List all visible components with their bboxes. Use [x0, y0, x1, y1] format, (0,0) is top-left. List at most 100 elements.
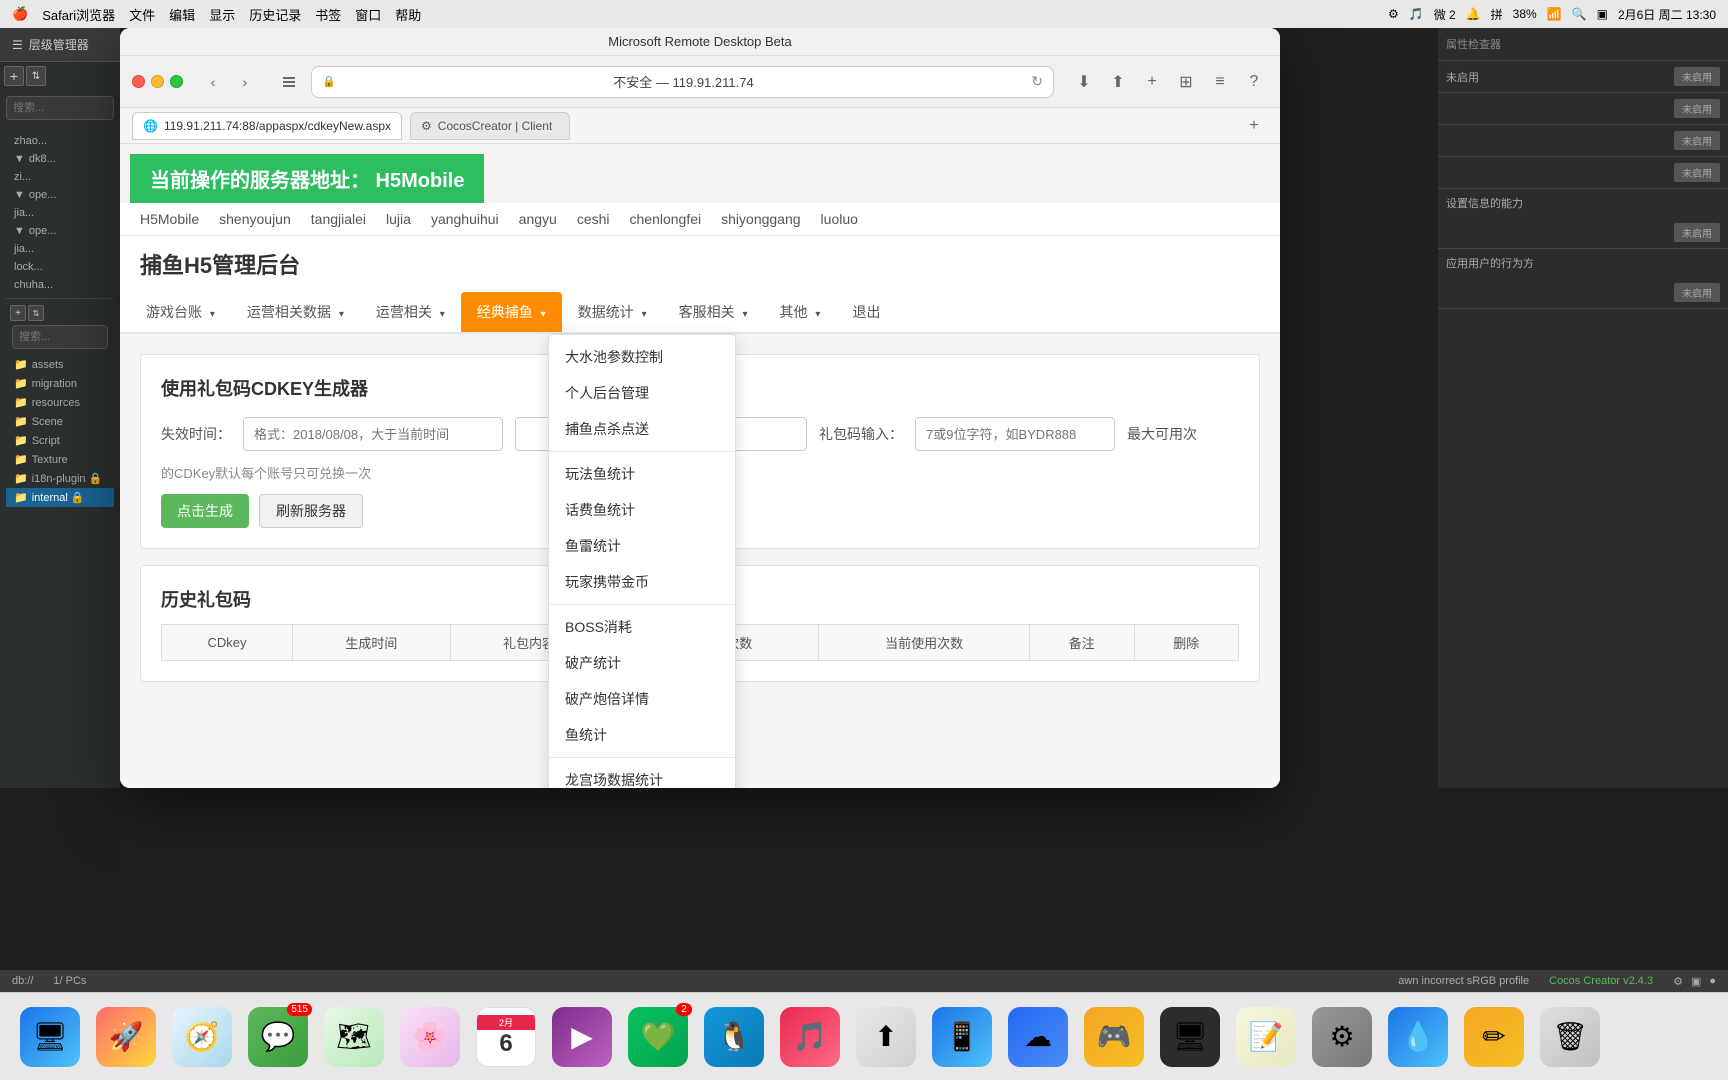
tree-item-internal[interactable]: 📁internal 🔒: [6, 488, 114, 507]
dropdown-item-pool-control[interactable]: 大水池参数控制: [549, 339, 735, 375]
dropdown-item-player-gold[interactable]: 玩家携带金币: [549, 564, 735, 600]
dock-appstore[interactable]: 📱: [932, 1007, 992, 1067]
apply-btn-5[interactable]: 未启用: [1674, 223, 1720, 242]
dropdown-item-bankrupt-detail[interactable]: 破产炮倍详情: [549, 681, 735, 717]
user-tangjialei[interactable]: tangjialei: [311, 211, 366, 227]
tree-item[interactable]: ▼ope...: [6, 186, 114, 204]
tree-item[interactable]: ▼ope...: [6, 222, 114, 240]
dock-notes[interactable]: 📝: [1236, 1007, 1296, 1067]
apply-btn-4[interactable]: 未启用: [1674, 163, 1720, 182]
help-menu[interactable]: 帮助: [395, 5, 421, 24]
dock-launchpad[interactable]: 🚀: [96, 1007, 156, 1067]
tree-item[interactable]: jia...: [6, 240, 114, 258]
download-button[interactable]: ⬇: [1070, 68, 1098, 96]
back-button[interactable]: ‹: [199, 68, 227, 96]
add-tab-button[interactable]: +: [1240, 112, 1268, 140]
user-yanghuihui[interactable]: yanghuihui: [431, 211, 499, 227]
dock-safari[interactable]: 🧭: [172, 1007, 232, 1067]
user-shiyonggang[interactable]: shiyonggang: [721, 211, 800, 227]
apple-menu[interactable]: 🍎: [12, 6, 28, 22]
sort-btn[interactable]: ⇅: [26, 66, 46, 86]
dock-baidu[interactable]: ☁: [1008, 1007, 1068, 1067]
close-button[interactable]: [132, 75, 145, 88]
dock-git[interactable]: ⬆: [856, 1007, 916, 1067]
user-angyu[interactable]: angyu: [519, 211, 557, 227]
status-icon-b[interactable]: ▣: [1691, 975, 1701, 988]
user-ceshi[interactable]: ceshi: [577, 211, 610, 227]
tree-item-migration[interactable]: 📁migration: [6, 374, 114, 393]
assets-add-btn[interactable]: +: [10, 305, 26, 321]
help-button[interactable]: ?: [1240, 68, 1268, 96]
tree-item[interactable]: jia...: [6, 204, 114, 222]
assets-sort-btn[interactable]: ⇅: [28, 305, 44, 321]
dock-maps[interactable]: 🗺: [324, 1007, 384, 1067]
dock-game[interactable]: 🎮: [1084, 1007, 1144, 1067]
tabs-button[interactable]: ⊞: [1172, 68, 1200, 96]
user-lujia[interactable]: lujia: [386, 211, 411, 227]
dock-preferences[interactable]: ⚙: [1312, 1007, 1372, 1067]
assets-search[interactable]: [12, 325, 108, 349]
dropdown-item-torpedo-stats[interactable]: 鱼雷统计: [549, 528, 735, 564]
dock-remote-desktop[interactable]: 🖥: [1160, 1007, 1220, 1067]
apply-btn-2[interactable]: 未启用: [1674, 99, 1720, 118]
dock-music[interactable]: 🎵: [780, 1007, 840, 1067]
user-shenyoujun[interactable]: shenyoujun: [219, 211, 291, 227]
expire-input[interactable]: [243, 417, 503, 451]
refresh-button[interactable]: ↻: [1031, 73, 1043, 90]
new-tab-button[interactable]: +: [1138, 68, 1166, 96]
window-menu[interactable]: 窗口: [355, 5, 381, 24]
apply-btn-1[interactable]: 未启用: [1674, 67, 1720, 86]
user-h5mobile[interactable]: H5Mobile: [140, 211, 199, 227]
nav-other[interactable]: 其他 ▾: [764, 292, 837, 332]
tree-item[interactable]: zhao...: [6, 132, 114, 150]
dropdown-item-boss-consume[interactable]: BOSS消耗: [549, 609, 735, 645]
sidebar-button[interactable]: ≡: [1206, 68, 1234, 96]
hierarchy-search[interactable]: [6, 96, 114, 120]
edit-menu[interactable]: 编辑: [169, 5, 195, 24]
dock-calendar[interactable]: 2月 6: [476, 1007, 536, 1067]
minimize-button[interactable]: [151, 75, 164, 88]
dock-photos[interactable]: 🌸: [400, 1007, 460, 1067]
dock-podcast[interactable]: ▶: [552, 1007, 612, 1067]
history-menu[interactable]: 历史记录: [249, 5, 301, 24]
tree-item-scene[interactable]: 📁Scene: [6, 412, 114, 431]
dock-qq[interactable]: 🐧: [704, 1007, 764, 1067]
add-node-btn[interactable]: +: [4, 66, 24, 86]
dock-pages[interactable]: ✏: [1464, 1007, 1524, 1067]
tree-item-texture[interactable]: 📁Texture: [6, 450, 114, 469]
dropdown-item-dragon-stats[interactable]: 龙宫场数据统计: [549, 762, 735, 788]
tree-item[interactable]: zi...: [6, 168, 114, 186]
dock-finder[interactable]: 🖥: [20, 1007, 80, 1067]
file-menu[interactable]: 文件: [129, 5, 155, 24]
status-icon-a[interactable]: ⚙: [1673, 975, 1683, 988]
apply-btn-3[interactable]: 未启用: [1674, 131, 1720, 150]
tab-1[interactable]: 🌐 119.91.211.74:88/appaspx/cdkeyNew.aspx: [132, 112, 402, 140]
bookmarks-menu[interactable]: 书签: [315, 5, 341, 24]
search-icon[interactable]: 🔍: [1572, 7, 1587, 21]
forward-button[interactable]: ›: [231, 68, 259, 96]
tree-item[interactable]: ▼dk8...: [6, 150, 114, 168]
dropdown-item-phone-stats[interactable]: 话费鱼统计: [549, 492, 735, 528]
tree-item-resources[interactable]: 📁resources: [6, 393, 114, 412]
share-button[interactable]: ⬆: [1104, 68, 1132, 96]
tree-item[interactable]: lock...: [6, 258, 114, 276]
dock-messages[interactable]: 💬 515: [248, 1007, 308, 1067]
dropdown-item-fish-kill[interactable]: 捕鱼点杀点送: [549, 411, 735, 447]
tree-item-script[interactable]: 📁Script: [6, 431, 114, 450]
nav-operations-data[interactable]: 运营相关数据 ▾: [231, 292, 360, 332]
view-menu[interactable]: 显示: [209, 5, 235, 24]
generate-button[interactable]: 点击生成: [161, 494, 249, 528]
tab-2[interactable]: ⚙ CocosCreator | Client: [410, 112, 570, 140]
sidebar-toggle[interactable]: [275, 68, 303, 96]
nav-data-stats[interactable]: 数据统计 ▾: [562, 292, 663, 332]
nav-operations[interactable]: 运营相关 ▾: [360, 292, 461, 332]
tree-item-i18n[interactable]: 📁i18n-plugin 🔒: [6, 469, 114, 488]
refresh-server-button[interactable]: 刷新服务器: [259, 494, 363, 528]
gift-code-input[interactable]: [915, 417, 1115, 451]
dock-ink[interactable]: 💧: [1388, 1007, 1448, 1067]
dropdown-item-gameplay-stats[interactable]: 玩法鱼统计: [549, 456, 735, 492]
nav-classic-fish[interactable]: 经典捕鱼 ▾: [461, 292, 562, 332]
dropdown-item-bankrupt-stats[interactable]: 破产统计: [549, 645, 735, 681]
nav-customer-service[interactable]: 客服相关 ▾: [663, 292, 764, 332]
apply-btn-6[interactable]: 未启用: [1674, 283, 1720, 302]
